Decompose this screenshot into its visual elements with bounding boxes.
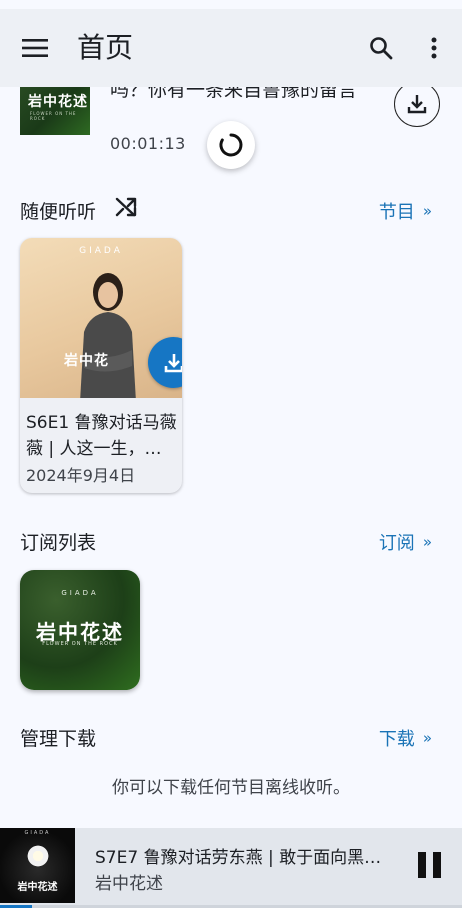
recent-episode-title[interactable]: 吗？你有一条来自鲁豫的留言 — [110, 87, 385, 105]
host-portrait-illustration — [80, 273, 136, 398]
more-vertical-icon — [431, 37, 437, 59]
more-options-button[interactable] — [414, 27, 454, 69]
chevron-right-icon: » — [422, 202, 432, 220]
episodes-link[interactable]: 节目 » — [379, 198, 432, 224]
menu-button[interactable] — [14, 28, 56, 68]
downloads-section-title: 管理下载 — [20, 728, 97, 750]
subscription-subtitle: FLOWER ON THE ROCK — [42, 641, 118, 647]
shuffle-section-title: 随便听听 — [20, 201, 97, 223]
subscriptions-link-label: 订阅 — [378, 533, 415, 554]
episode-card-date: 2024年9月4日 — [26, 466, 136, 485]
hamburger-menu-icon — [22, 39, 48, 57]
subscription-podcast-cover[interactable]: GIADA 岩中花述 FLOWER ON THE ROCK — [20, 570, 140, 690]
search-button[interactable] — [360, 27, 402, 69]
episode-title-text: S6E1 鲁豫对话马薇薇 | 人这一生，要做时间的主人 — [26, 413, 177, 459]
player-art-brand: GIADA — [24, 830, 51, 836]
recent-thumb-title: 岩中花述 — [28, 94, 88, 110]
app-bar: 首页 — [0, 9, 462, 87]
flower-illustration — [26, 844, 50, 868]
subscriptions-link[interactable]: 订阅 » — [379, 529, 432, 555]
recent-episode-duration: 00:01:13 — [110, 134, 186, 153]
status-bar — [0, 0, 462, 9]
subscriptions-section-title: 订阅列表 — [20, 532, 97, 554]
downloads-link-label: 下载 — [378, 729, 415, 750]
episodes-link-label: 节目 — [378, 202, 415, 223]
now-playing-artist: 岩中花述 — [95, 874, 163, 894]
page-title: 首页 — [77, 31, 134, 64]
now-playing-artwork[interactable]: GIADA 岩中花述 — [0, 828, 75, 903]
offline-download-hint: 你可以下载任何节目离线收听。 — [112, 778, 350, 798]
download-icon — [407, 95, 427, 114]
episode-card-title: S6E1 鲁豫对话马薇薇 | 人这一生，要做时间的主人 — [26, 410, 178, 462]
episode-card[interactable]: GIADA 岩中花 S6E1 鲁豫对话马薇薇 | 人这一生，要做时间的主人 20… — [20, 238, 182, 493]
pause-icon-bar-right — [432, 852, 441, 878]
search-icon — [370, 37, 393, 60]
episode-art-brand: GIADA — [79, 246, 123, 256]
home-content[interactable]: 岩中花述 FLOWER ON THE ROCK 吗？你有一条来自鲁豫的留言 00… — [0, 87, 462, 828]
now-playing-title[interactable]: S7E7 鲁豫对话劳东燕 | 敢于面向黑暗，才能拥抱光明 — [95, 843, 385, 868]
shuffle-icon[interactable] — [114, 195, 138, 219]
recent-thumb-subtitle: FLOWER ON THE ROCK — [30, 111, 77, 121]
recent-episode-thumbnail[interactable]: 岩中花述 FLOWER ON THE ROCK — [20, 87, 90, 135]
pause-button[interactable] — [414, 848, 444, 882]
mini-player[interactable]: GIADA 岩中花述 S7E7 鲁豫对话劳东燕 | 敢于面向黑暗，才能拥抱光明 … — [0, 828, 462, 908]
download-icon — [164, 353, 182, 372]
downloads-link[interactable]: 下载 » — [379, 725, 432, 751]
loading-icon — [219, 133, 243, 157]
chevron-right-icon: » — [422, 729, 432, 747]
pause-icon-bar-left — [417, 852, 426, 878]
episode-art-title: 岩中花 — [64, 353, 109, 369]
player-art-title: 岩中花述 — [17, 882, 58, 893]
recent-download-button[interactable] — [394, 87, 440, 127]
subscription-brand: GIADA — [61, 589, 99, 597]
loading-spinner — [207, 121, 255, 169]
chevron-right-icon: » — [422, 533, 432, 551]
